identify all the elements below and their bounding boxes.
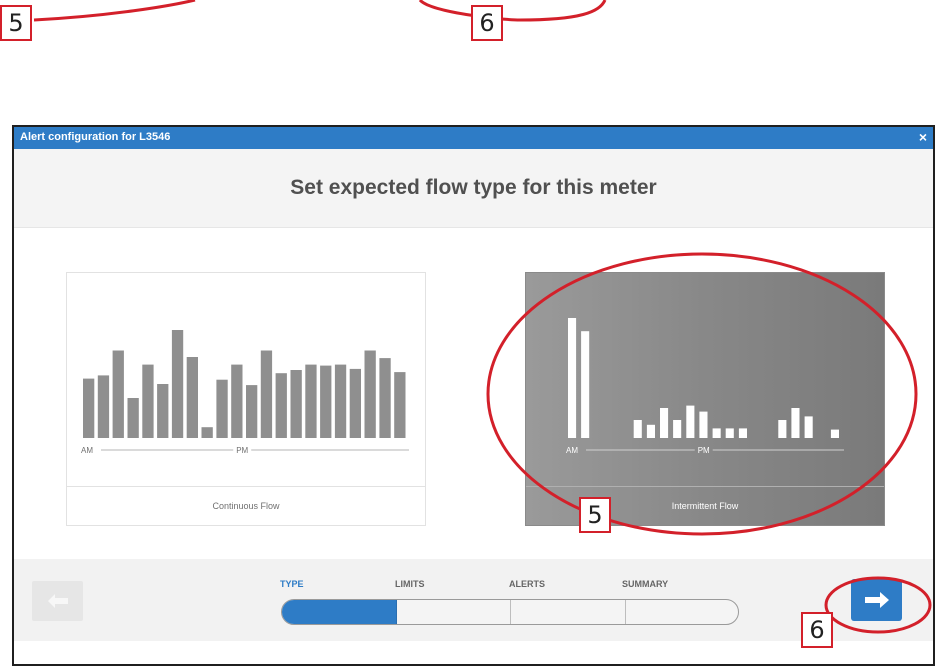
- callout-number: 6: [809, 616, 825, 644]
- annotation-callout-5: 5: [579, 497, 611, 533]
- callout-number: 5: [587, 501, 603, 529]
- annotation-overlay: [486, 252, 932, 634]
- annotation-callout-6: 6: [801, 612, 833, 648]
